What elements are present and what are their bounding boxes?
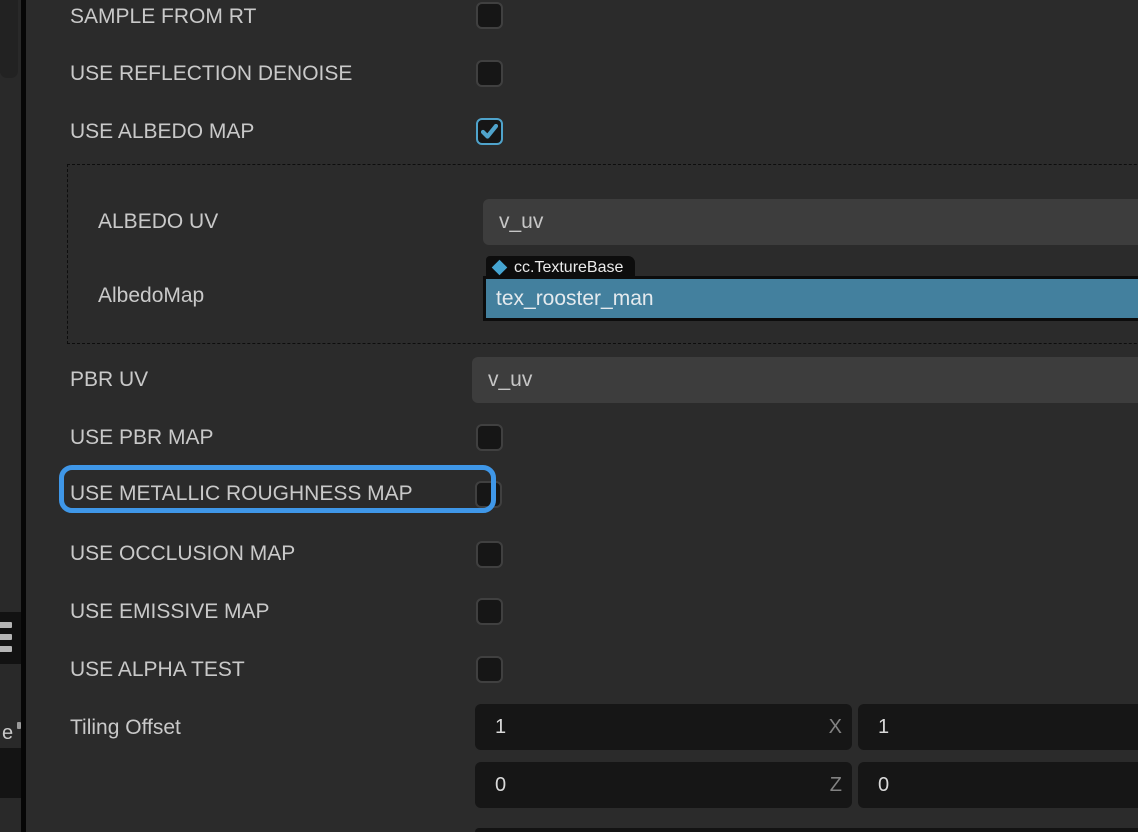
scrollbar-thumb[interactable] (0, 0, 18, 78)
hamburger-icon (0, 622, 12, 628)
axis-label-z: Z (830, 762, 842, 808)
hamburger-icon (0, 646, 12, 652)
label-albedo-map: AlbedoMap (98, 282, 204, 309)
albedo-map-asset-field[interactable]: tex_rooster_man (483, 276, 1138, 321)
tiling-y-field[interactable]: 1 (858, 704, 1138, 750)
asset-diamond-icon (492, 260, 508, 276)
label-use-occlusion-map: USE OCCLUSION MAP (70, 540, 295, 567)
checkbox-sample-from-rt[interactable] (476, 2, 503, 29)
hamburger-icon (0, 634, 12, 640)
label-use-alpha-test: USE ALPHA TEST (70, 656, 245, 683)
label-use-emissive-map: USE EMISSIVE MAP (70, 598, 270, 625)
checkmark-icon (481, 124, 498, 139)
list-item-dark-band (0, 748, 21, 798)
label-sample-from-rt: SAMPLE FROM RT (70, 3, 256, 30)
panel-divider[interactable] (21, 0, 26, 832)
menu-button[interactable] (0, 612, 21, 664)
checkbox-use-pbr-map[interactable] (476, 424, 503, 451)
offset-z-value: 0 (495, 774, 506, 796)
label-tiling-offset: Tiling Offset (70, 714, 181, 741)
texture-type-label: cc.TextureBase (514, 259, 623, 277)
offset-w-value: 0 (878, 774, 889, 796)
label-use-pbr-map: USE PBR MAP (70, 424, 214, 451)
checkbox-use-albedo-map[interactable] (476, 118, 503, 145)
offset-w-field[interactable]: 0 (858, 762, 1138, 808)
texture-type-badge: cc.TextureBase (486, 256, 635, 279)
offset-z-field[interactable]: 0 Z (475, 762, 852, 808)
checkbox-use-emissive-map[interactable] (476, 598, 503, 625)
tiling-x-field[interactable]: 1 X (475, 704, 852, 750)
checkbox-use-metallic-roughness-map[interactable] (475, 481, 502, 508)
pbr-uv-select[interactable]: v_uv (472, 357, 1138, 403)
checkbox-use-occlusion-map[interactable] (476, 541, 503, 568)
label-use-albedo-map: USE ALBEDO MAP (70, 118, 254, 145)
albedo-uv-select[interactable]: v_uv (483, 199, 1138, 245)
checkbox-use-alpha-test[interactable] (476, 656, 503, 683)
checkbox-use-reflection-denoise[interactable] (476, 60, 503, 87)
next-field-clipped (475, 828, 1138, 832)
label-use-reflection-denoise: USE REFLECTION DENOISE (70, 60, 352, 87)
label-pbr-uv: PBR UV (70, 366, 148, 393)
label-use-metallic-roughness-map: USE METALLIC ROUGHNESS MAP (70, 480, 413, 507)
axis-label-x: X (829, 704, 842, 750)
tiling-x-value: 1 (495, 716, 506, 738)
label-albedo-uv: ALBEDO UV (98, 208, 218, 235)
tiling-y-value: 1 (878, 716, 889, 738)
left-panel-edge: e (0, 0, 21, 832)
